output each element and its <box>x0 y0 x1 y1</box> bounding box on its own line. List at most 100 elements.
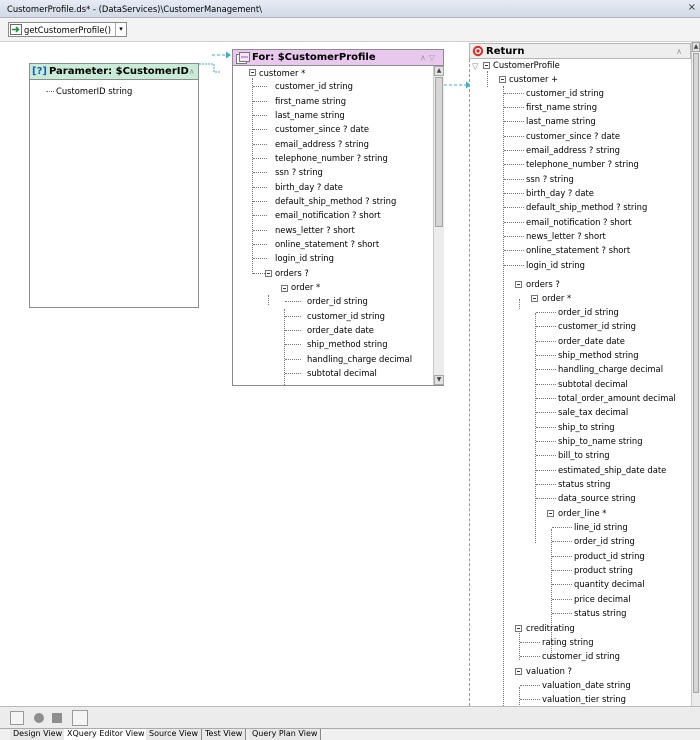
tree-node[interactable]: ssn ? string <box>275 167 323 177</box>
chevron-down-icon[interactable]: ▾ <box>115 23 126 36</box>
tree-node[interactable]: customer * <box>259 68 305 78</box>
tab-design-view[interactable]: Design View <box>10 729 67 740</box>
close-icon[interactable]: × <box>688 2 696 13</box>
collapse-icon[interactable]: ∧ <box>676 47 685 56</box>
tree-node[interactable]: status string <box>574 608 626 618</box>
parameter-panel[interactable]: [?] Parameter: $CustomerID ∧ CustomerID … <box>29 63 199 308</box>
tree-node[interactable]: news_letter ? short <box>526 231 606 241</box>
function-label: getCustomerProfile() <box>24 24 112 35</box>
tree-node[interactable]: customer_since ? date <box>526 131 620 141</box>
tree-node[interactable]: ship_to string <box>558 422 615 432</box>
tab-query-plan-view[interactable]: Query Plan View <box>249 729 322 740</box>
tree-node[interactable]: default_ship_method ? string <box>275 196 396 206</box>
bottom-toolbar <box>0 706 700 728</box>
parameter-header[interactable]: [?] Parameter: $CustomerID ∧ <box>30 64 198 80</box>
tree-node[interactable]: default_ship_method ? string <box>526 202 647 212</box>
tree-node[interactable]: valuation ? <box>526 666 572 676</box>
canvas-scrollbar[interactable]: ▲ <box>691 42 700 706</box>
tree-node[interactable]: order_date date <box>307 325 374 335</box>
tree-node[interactable]: customer_id string <box>542 651 620 661</box>
tree-node[interactable]: status string <box>558 479 610 489</box>
tree-node[interactable]: rating string <box>542 637 594 647</box>
tree-node[interactable]: ship_method string <box>558 350 639 360</box>
fit-page-icon[interactable] <box>10 711 24 725</box>
tree-node[interactable]: birth_day ? date <box>526 188 594 198</box>
tree-node[interactable]: news_letter ? short <box>275 225 355 235</box>
tree-node[interactable]: customer_since ? date <box>275 124 369 134</box>
tree-node[interactable]: subtotal decimal <box>558 379 628 389</box>
parameter-title: Parameter: $CustomerID <box>48 66 189 77</box>
tree-node[interactable]: order * <box>542 293 571 303</box>
tree-node[interactable]: ssn ? string <box>526 174 574 184</box>
tree-node[interactable]: valuation_date string <box>542 680 631 690</box>
tree-node[interactable]: birth_day ? date <box>275 182 343 192</box>
scroll-up-icon[interactable]: ▲ <box>692 42 700 52</box>
tree-node[interactable]: customer_id string <box>275 81 353 91</box>
tree-node[interactable]: customer_id string <box>307 311 385 321</box>
tab-test-view[interactable]: Test View <box>202 729 247 740</box>
for-header[interactable]: For: $CustomerProfile ∧▽ <box>233 50 443 66</box>
panel-view-icon[interactable] <box>72 710 88 726</box>
collapse-icon[interactable]: ∧▽ <box>420 53 438 62</box>
tree-node[interactable]: total_order_amount decimal <box>558 393 676 403</box>
tree-node[interactable]: estimated_ship_date date <box>558 465 666 475</box>
tree-node[interactable]: quantity decimal <box>574 579 645 589</box>
tree-node[interactable]: price decimal <box>574 594 631 604</box>
zoom-icon[interactable] <box>32 711 46 725</box>
tree-node[interactable]: login_id string <box>275 253 334 263</box>
tree-node[interactable]: subtotal decimal <box>307 368 377 378</box>
scroll-up-icon[interactable]: ▲ <box>434 66 444 76</box>
function-selector[interactable]: getCustomerProfile() ▾ <box>8 22 128 37</box>
tree-node[interactable]: email_notification ? short <box>526 217 632 227</box>
tree-node[interactable]: sale_tax decimal <box>558 407 628 417</box>
design-canvas: [?] Parameter: $CustomerID ∧ CustomerID … <box>0 42 700 706</box>
tree-node[interactable]: ship_method string <box>307 339 388 349</box>
tree-node[interactable]: handling_charge decimal <box>307 354 412 364</box>
tree-node[interactable]: online_statement ? short <box>526 245 630 255</box>
tree-node[interactable]: order_id string <box>558 307 619 317</box>
tree-node[interactable]: product_id string <box>574 551 645 561</box>
tree-node[interactable]: line_id string <box>574 522 628 532</box>
layout-icon[interactable] <box>50 711 64 725</box>
for-scrollbar[interactable]: ▲ ▼ <box>433 66 444 385</box>
tree-node[interactable]: order_id string <box>574 536 635 546</box>
tree-node[interactable]: orders ? <box>526 279 560 289</box>
tab-xquery-editor-view[interactable]: XQuery Editor View <box>64 729 149 740</box>
tree-node[interactable]: first_name string <box>275 96 346 106</box>
tree-node[interactable]: product string <box>574 565 633 575</box>
collapse-icon[interactable]: ∧ <box>189 67 198 76</box>
tree-node[interactable]: login_id string <box>526 260 585 270</box>
tree-node[interactable]: customer_id string <box>526 88 604 98</box>
tree-node[interactable]: last_name string <box>275 110 345 120</box>
tree-node[interactable]: ship_to_name string <box>558 436 643 446</box>
tree-node[interactable]: first_name string <box>526 102 597 112</box>
tree-node[interactable]: order_id string <box>307 296 368 306</box>
tree-node[interactable]: bill_to string <box>558 450 610 460</box>
tree-node[interactable]: customer_id string <box>558 321 636 331</box>
for-panel[interactable]: For: $CustomerProfile ∧▽ customer * cust… <box>232 49 444 386</box>
scroll-down-icon[interactable]: ▼ <box>434 375 444 385</box>
scroll-thumb[interactable] <box>693 53 699 693</box>
tree-node[interactable]: last_name string <box>526 116 596 126</box>
return-panel[interactable]: Return ∧ ▽ CustomerProfile customer + cu… <box>469 43 691 706</box>
tree-node[interactable]: data_source string <box>558 493 636 503</box>
tree-node[interactable]: email_address ? string <box>526 145 620 155</box>
tree-node[interactable]: valuation_tier string <box>542 694 626 704</box>
tree-node[interactable]: orders ? <box>275 268 309 278</box>
tree-node[interactable]: handling_charge decimal <box>558 364 663 374</box>
tree-node[interactable]: creditrating <box>526 623 575 633</box>
tree-node[interactable]: order_line * <box>558 508 606 518</box>
tree-node[interactable]: CustomerProfile <box>493 60 560 70</box>
return-header[interactable]: Return ∧ <box>469 43 691 59</box>
tree-node[interactable]: order * <box>291 282 320 292</box>
tree-node[interactable]: telephone_number ? string <box>526 159 639 169</box>
tree-node[interactable]: online_statement ? short <box>275 239 379 249</box>
tree-node[interactable]: email_notification ? short <box>275 210 381 220</box>
scroll-thumb[interactable] <box>435 77 443 227</box>
tree-node[interactable]: order_date date <box>558 336 625 346</box>
tab-source-view[interactable]: Source View <box>146 729 203 740</box>
tree-node[interactable]: email_address ? string <box>275 139 369 149</box>
tree-node[interactable]: CustomerID string <box>56 86 132 96</box>
tree-node[interactable]: telephone_number ? string <box>275 153 388 163</box>
tree-node[interactable]: customer + <box>509 74 558 84</box>
